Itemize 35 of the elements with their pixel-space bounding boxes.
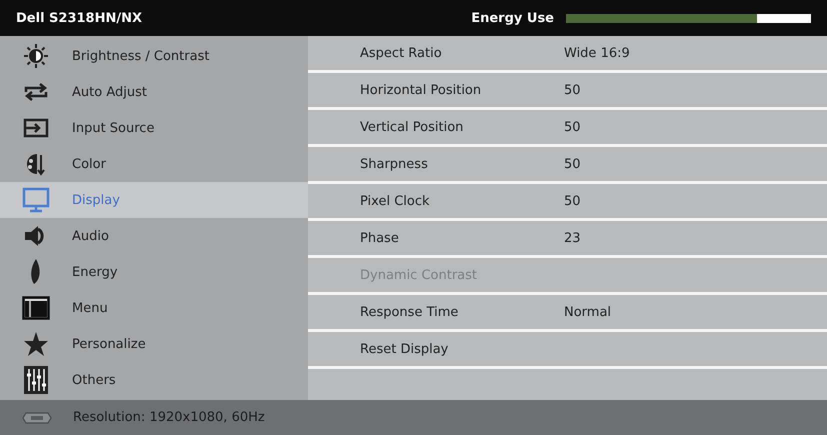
setting-label[interactable]: Vertical Position — [308, 120, 564, 134]
setting-label[interactable]: Response Time — [308, 304, 564, 320]
setting-label[interactable]: Horizontal Position — [308, 82, 564, 98]
setting-value: Normal — [564, 304, 612, 320]
setting-value: 50 — [564, 156, 581, 172]
monitor-icon — [22, 187, 50, 213]
connector-icon — [22, 412, 52, 424]
setting-value: 23 — [564, 230, 581, 246]
menu-item[interactable]: Brightness / Contrast — [0, 38, 308, 74]
menu-window-icon — [22, 296, 50, 320]
setting-value: Wide 16:9 — [564, 46, 630, 60]
resolution-text: Resolution: 1920x1080, 60Hz — [73, 410, 265, 425]
star-icon — [23, 331, 49, 357]
energy-use-label: Energy Use — [471, 10, 554, 26]
setting-value: 50 — [564, 194, 581, 208]
menu-item[interactable]: Audio — [0, 218, 308, 254]
setting-label[interactable]: Sharpness — [308, 156, 564, 172]
menu-item[interactable]: Input Source — [0, 110, 308, 146]
menu-item[interactable]: Personalize — [0, 326, 308, 362]
setting-label[interactable]: Reset Display — [308, 342, 564, 356]
arrows-cycle-icon — [23, 82, 49, 102]
setting-label[interactable]: Pixel Clock — [308, 194, 564, 208]
menu-item[interactable]: Others — [0, 362, 308, 398]
setting-label[interactable]: Aspect Ratio — [308, 46, 564, 60]
menu-item[interactable]: Color — [0, 146, 308, 182]
monitor-title: Dell S2318HN/NX — [16, 10, 144, 26]
sun-icon — [23, 43, 49, 69]
setting-label[interactable]: Phase — [308, 230, 564, 246]
input-source-icon — [23, 118, 49, 138]
menu-item[interactable]: Auto Adjust — [0, 74, 308, 110]
setting-value: 50 — [564, 82, 581, 98]
menu-item[interactable]: Energy — [0, 254, 308, 290]
setting-value: 50 — [564, 120, 581, 134]
menu-item[interactable]: Menu — [0, 290, 308, 326]
sliders-icon — [24, 366, 48, 394]
